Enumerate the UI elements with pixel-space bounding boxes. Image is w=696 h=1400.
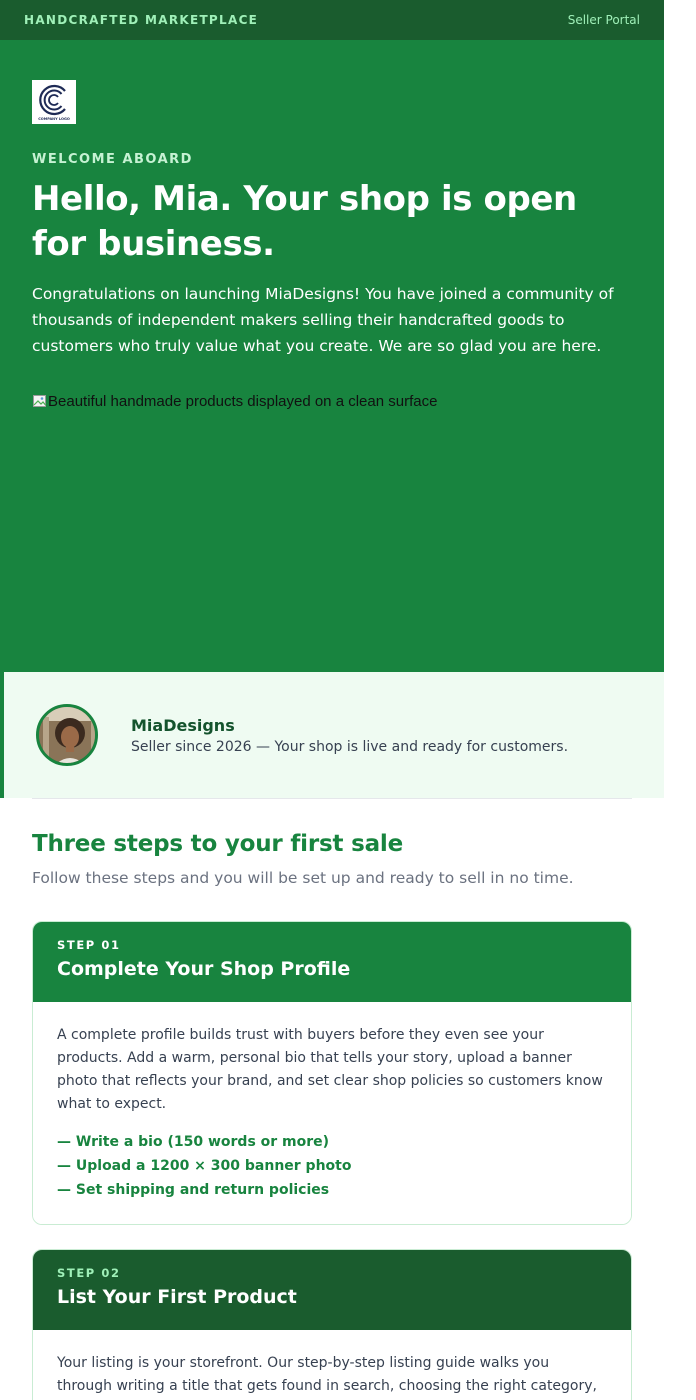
checklist-item: — Write a bio (150 words or more): [57, 1134, 330, 1150]
seller-name: MiaDesigns: [131, 715, 235, 735]
company-logo: COMPANY LOGO: [32, 80, 76, 124]
broken-image-icon: [33, 395, 46, 407]
step-description: A complete profile builds trust with buy…: [57, 1027, 603, 1112]
eyebrow-label: WELCOME ABOARD: [32, 152, 193, 167]
step-card-2: STEP 02 List Your First Product Your lis…: [32, 1249, 632, 1400]
steps-section: Three steps to your first sale Follow th…: [0, 799, 664, 1400]
seller-portal-link[interactable]: Seller Portal: [568, 13, 640, 27]
hero-section: COMPANY LOGO WELCOME ABOARD Hello, Mia. …: [0, 40, 664, 672]
logo-text: COMPANY LOGO: [38, 116, 70, 121]
hero-intro: Congratulations on launching MiaDesigns!…: [32, 285, 614, 355]
step-number: STEP 01: [57, 938, 121, 952]
step-card-1: STEP 01 Complete Your Shop Profile A com…: [32, 921, 632, 1225]
checklist-item: — Upload a 1200 × 300 banner photo: [57, 1158, 352, 1174]
logo-c-icon: [39, 84, 66, 115]
steps-subheading: Follow these steps and you will be set u…: [32, 869, 574, 887]
hero-title: Hello, Mia. Your shop is open for busine…: [32, 179, 577, 264]
seller-avatar: [36, 704, 98, 766]
checklist-item: — Set shipping and return policies: [57, 1182, 330, 1198]
step-number: STEP 02: [57, 1266, 121, 1280]
step-body: A complete profile builds trust with buy…: [33, 1002, 631, 1224]
seller-card: MiaDesigns Seller since 2026 — Your shop…: [0, 672, 664, 798]
step-header: STEP 01 Complete Your Shop Profile: [33, 922, 631, 1002]
email-page: HANDCRAFTED MARKETPLACE Seller Portal CO…: [0, 0, 664, 1400]
seller-status: Seller since 2026 — Your shop is live an…: [131, 738, 569, 755]
step-description: Your listing is your storefront. Our ste…: [57, 1355, 597, 1394]
seller-info: MiaDesigns Seller since 2026 — Your shop…: [131, 716, 568, 755]
avatar-portrait-icon: [39, 707, 95, 763]
step-body: Your listing is your storefront. Our ste…: [33, 1330, 631, 1400]
hero-image: Beautiful handmade products displayed on…: [32, 391, 632, 411]
top-bar: HANDCRAFTED MARKETPLACE Seller Portal: [0, 0, 664, 40]
step-header: STEP 02 List Your First Product: [33, 1250, 631, 1330]
hero-image-alt-text: Beautiful handmade products displayed on…: [48, 392, 438, 410]
steps-heading: Three steps to your first sale: [32, 831, 403, 857]
brand-name: HANDCRAFTED MARKETPLACE: [24, 13, 259, 27]
step-checklist: — Write a bio (150 words or more) — Uplo…: [57, 1130, 607, 1202]
step-title: List Your First Product: [57, 1286, 297, 1308]
step-title: Complete Your Shop Profile: [57, 958, 351, 980]
